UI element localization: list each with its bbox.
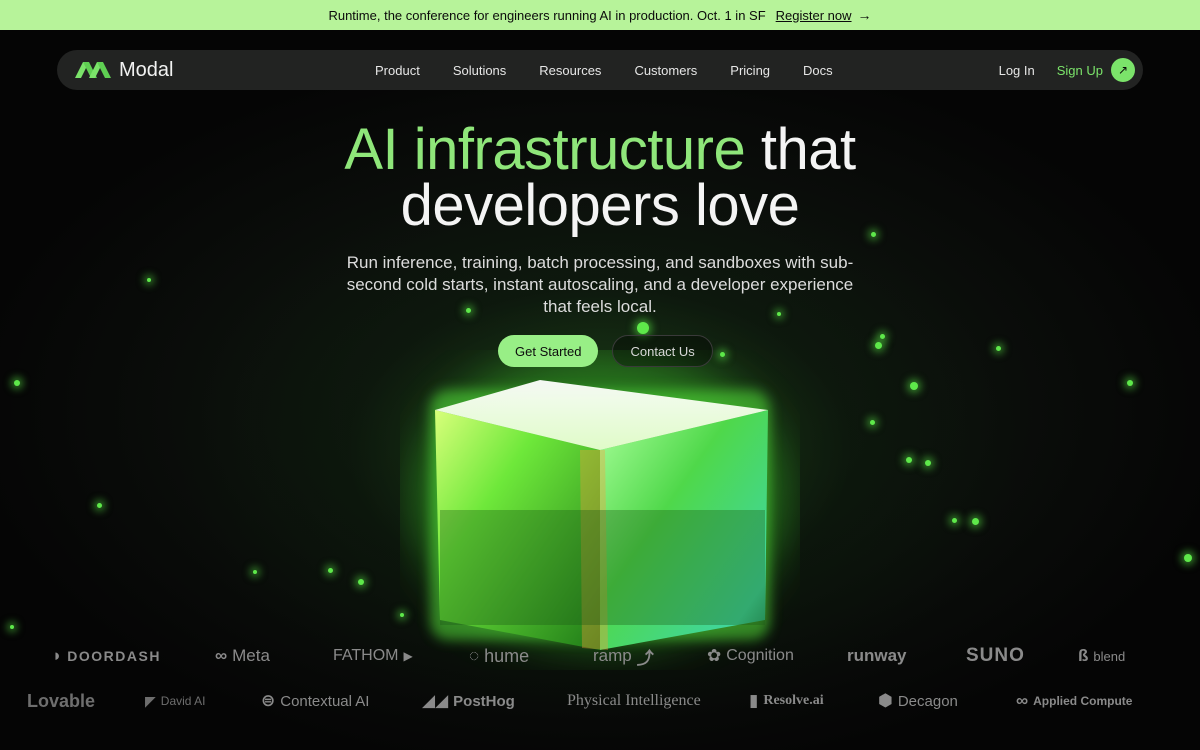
blend-icon: ß [1078, 646, 1089, 665]
hume-dots-icon: ◌ [469, 646, 480, 665]
glow-particle [14, 380, 20, 386]
glow-particle [870, 420, 875, 425]
applied-compute-icon: ∞ [1016, 691, 1029, 710]
glow-particle [972, 518, 979, 525]
nav-solutions[interactable]: Solutions [453, 63, 506, 78]
glow-particle [996, 346, 1001, 351]
arrow-right-icon[interactable]: → [858, 7, 872, 23]
logo-meta: ∞ Meta [215, 646, 270, 666]
resolve-ai-icon: ▮ [749, 691, 759, 710]
glow-particle [637, 322, 649, 334]
logo-text: ramp [593, 646, 632, 665]
modal-logo-icon [75, 62, 111, 78]
top-navbar: Modal Product Solutions Resources Custom… [57, 50, 1143, 90]
meta-infinity-icon: ∞ [215, 646, 228, 665]
fathom-icon: ▶ [403, 649, 413, 663]
glow-particle [906, 457, 912, 463]
announcement-banner: Runtime, the conference for engineers ru… [0, 0, 1200, 30]
hero-title-plain-2: developers love [400, 173, 800, 238]
logo-text: hume [484, 645, 530, 666]
logo-cognition: ✿ Cognition [707, 646, 794, 666]
brand-logo[interactable]: Modal [75, 58, 173, 82]
glow-particle [880, 334, 885, 339]
login-link[interactable]: Log In [999, 63, 1035, 78]
glow-particle [97, 503, 102, 508]
logo-text: FATHOM [333, 647, 399, 664]
register-now-link[interactable]: Register now [776, 8, 852, 23]
logo-hume: ◌ hume [469, 646, 529, 667]
nav-actions: Log In Sign Up ↗ [999, 50, 1135, 90]
nav-links: Product Solutions Resources Customers Pr… [375, 50, 866, 90]
logo-text: Physical Intelligence [567, 692, 701, 709]
logo-text: DOORDASH [67, 648, 161, 664]
david-ai-icon: ◤ [145, 692, 156, 709]
glow-particle [875, 342, 882, 349]
logo-text: blend [1093, 648, 1126, 664]
doordash-icon: ◗ [52, 646, 63, 665]
hero-title: AI infrastructure that developers love [0, 121, 1200, 235]
signup-label: Sign Up [1056, 62, 1103, 78]
logo-text: Cognition [726, 647, 794, 664]
logo-text: Decagon [897, 692, 958, 710]
contact-us-button[interactable]: Contact Us [612, 335, 713, 367]
banner-text: Runtime, the conference for engineers ru… [328, 7, 766, 23]
logo-contextual-ai: ⊜ Contextual AI [261, 691, 369, 711]
glow-particle [1127, 380, 1133, 386]
glow-particle [147, 278, 151, 282]
logo-doordash: ◗ DOORDASH [52, 646, 161, 666]
logo-suno: SUNO [966, 645, 1025, 667]
logo-text: Meta [232, 646, 270, 665]
nav-product[interactable]: Product [375, 63, 420, 78]
signup-button[interactable]: Sign Up ↗ [1057, 58, 1135, 82]
logo-posthog: ◢◢ PostHog [422, 691, 515, 711]
customer-logos-row-2: Lovable ◤ David AI ⊜ Contextual AI ◢◢ Po… [0, 690, 1200, 712]
get-started-button[interactable]: Get Started [498, 335, 599, 367]
logo-lovable: Lovable [27, 691, 95, 712]
logo-physical-intelligence: Physical Intelligence [567, 692, 701, 710]
glow-particle [358, 579, 364, 585]
nav-resources[interactable]: Resources [539, 63, 601, 78]
glow-particle [10, 625, 14, 629]
posthog-icon: ◢◢ [422, 691, 449, 710]
hero-section: Modal Product Solutions Resources Custom… [0, 30, 1200, 750]
cta-row: Get Started Contact Us [498, 335, 713, 367]
glowing-cube-illustration [410, 350, 790, 650]
customer-logos-row-1: ◗ DOORDASH ∞ Meta FATHOM ▶ ◌ hume ramp ⤴… [0, 644, 1200, 669]
logo-fathom: FATHOM ▶ [333, 647, 413, 665]
logo-decagon: ⬢ Decagon [878, 691, 958, 711]
logo-text: Applied Compute [1033, 694, 1133, 708]
nav-docs[interactable]: Docs [803, 63, 833, 78]
logo-runway: runway [847, 646, 907, 666]
decagon-icon: ⬢ [878, 691, 893, 710]
logo-ramp: ramp ⤴ [593, 644, 654, 669]
glow-particle [910, 382, 918, 390]
arrow-up-right-icon: ↗ [1111, 58, 1135, 82]
logo-david-ai: ◤ David AI [145, 693, 205, 710]
logo-text: SUNO [966, 645, 1025, 666]
cognition-icon: ✿ [707, 646, 722, 665]
logo-text: Lovable [27, 690, 96, 711]
logo-text: Resolve.ai [763, 693, 824, 708]
logo-blend: ß blend [1078, 646, 1125, 666]
logo-resolve-ai: ▮ Resolve.ai [749, 691, 824, 711]
logo-text: runway [847, 646, 907, 665]
logo-applied-compute: ∞ Applied Compute [1016, 691, 1132, 711]
logo-text: Contextual AI [280, 692, 370, 710]
glow-particle [952, 518, 957, 523]
hero-subtitle: Run inference, training, batch processin… [346, 253, 854, 316]
nav-customers[interactable]: Customers [634, 63, 697, 78]
glow-particle [925, 460, 931, 466]
glow-particle [1184, 554, 1192, 562]
nav-pricing[interactable]: Pricing [730, 63, 770, 78]
brand-name: Modal [119, 58, 174, 81]
glow-particle [253, 570, 257, 574]
logo-text: PostHog [453, 692, 515, 710]
ramp-icon: ⤴ [636, 648, 654, 668]
glow-particle [328, 568, 333, 573]
contextual-ai-icon: ⊜ [261, 691, 276, 710]
logo-text: David AI [160, 694, 206, 708]
